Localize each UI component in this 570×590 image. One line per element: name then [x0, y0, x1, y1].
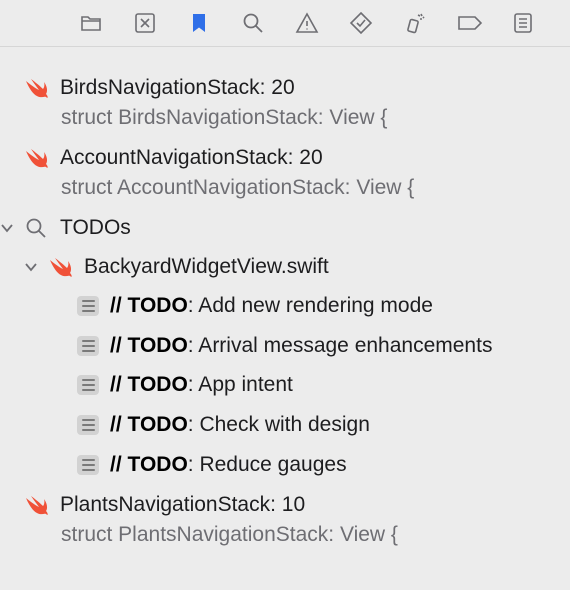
chevron-down-icon[interactable]: [0, 221, 14, 235]
navigator-toolbar: [0, 0, 570, 47]
todo-item[interactable]: // TODO: Reduce gauges: [0, 450, 347, 480]
todos-group-header[interactable]: TODOs: [0, 213, 131, 243]
swift-icon: [26, 79, 48, 98]
todo-item[interactable]: // TODO: Add new rendering mode: [0, 291, 433, 321]
test-icon[interactable]: [348, 10, 374, 36]
todo-item[interactable]: // TODO: Arrival message enhancements: [0, 331, 492, 361]
todo-prefix: // TODO: [110, 373, 188, 396]
todo-item[interactable]: // TODO: App intent: [0, 370, 293, 400]
todo-marker-icon: [77, 415, 99, 435]
todo-text: : Reduce gauges: [187, 453, 347, 476]
file-name: BackyardWidgetView.swift: [84, 255, 329, 278]
result-subtitle-row: struct BirdsNavigationStack: View {: [0, 103, 387, 133]
todo-marker-icon: [77, 375, 99, 395]
breakpoint-icon[interactable]: [456, 10, 484, 36]
todos-label: TODOs: [60, 216, 131, 239]
search-icon[interactable]: [240, 10, 266, 36]
todo-text: : Arrival message enhancements: [187, 334, 493, 357]
result-subtitle-row: struct AccountNavigationStack: View {: [0, 173, 414, 203]
result-subtitle: struct PlantsNavigationStack: View {: [61, 523, 398, 546]
magnifier-icon: [26, 218, 46, 238]
todo-marker-icon: [77, 336, 99, 356]
search-result-account[interactable]: AccountNavigationStack: 20: [0, 143, 323, 173]
result-title: PlantsNavigationStack: 10: [60, 493, 306, 516]
todo-prefix: // TODO: [110, 453, 188, 476]
todo-marker-icon: [77, 455, 99, 475]
report-icon[interactable]: [510, 10, 536, 36]
search-result-plants[interactable]: PlantsNavigationStack: 10: [0, 490, 305, 520]
search-result-birds[interactable]: BirdsNavigationStack: 20: [0, 73, 295, 103]
chevron-down-icon[interactable]: [24, 260, 38, 274]
debug-icon[interactable]: [402, 10, 428, 36]
swift-icon: [50, 258, 72, 277]
swift-icon: [26, 149, 48, 168]
bookmark-icon[interactable]: [186, 10, 212, 36]
todo-prefix: // TODO: [110, 413, 188, 436]
folder-icon[interactable]: [78, 10, 104, 36]
todos-file-row[interactable]: BackyardWidgetView.swift: [0, 252, 329, 282]
todo-prefix: // TODO: [110, 334, 188, 357]
todo-text: : Check with design: [187, 413, 370, 436]
todo-text: : App intent: [187, 373, 293, 396]
todo-marker-icon: [77, 296, 99, 316]
source-control-icon[interactable]: [132, 10, 158, 36]
swift-icon: [26, 496, 48, 515]
result-subtitle: struct AccountNavigationStack: View {: [61, 176, 415, 199]
warning-icon[interactable]: [294, 10, 320, 36]
result-title: AccountNavigationStack: 20: [60, 146, 323, 169]
todo-item[interactable]: // TODO: Check with design: [0, 410, 370, 440]
todo-text: : Add new rendering mode: [187, 294, 433, 317]
result-subtitle: struct BirdsNavigationStack: View {: [61, 106, 388, 129]
result-subtitle-row: struct PlantsNavigationStack: View {: [0, 520, 398, 550]
todo-prefix: // TODO: [110, 294, 188, 317]
result-title: BirdsNavigationStack: 20: [60, 76, 295, 99]
